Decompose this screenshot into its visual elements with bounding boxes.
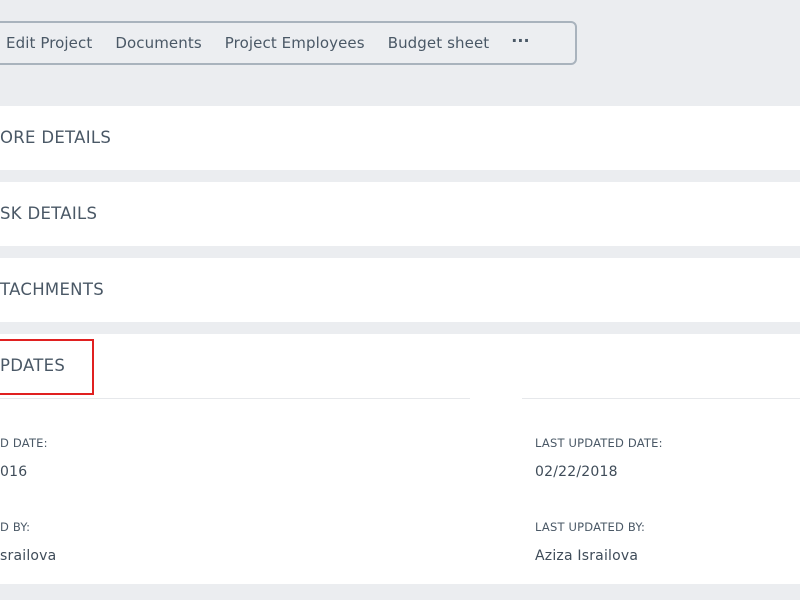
more-details-title: ORE DETAILS: [0, 128, 112, 147]
task-details-section[interactable]: SK DETAILS: [0, 182, 800, 246]
attachments-section[interactable]: TACHMENTS: [0, 258, 800, 322]
created-by-value: srailova: [0, 548, 57, 564]
edit-project-button[interactable]: Edit Project: [6, 34, 92, 52]
created-by-label: D BY:: [0, 520, 31, 534]
more-options-icon[interactable]: ···: [511, 33, 529, 49]
task-details-title: SK DETAILS: [0, 204, 98, 223]
attachments-title: TACHMENTS: [0, 280, 104, 299]
documents-button[interactable]: Documents: [115, 34, 201, 52]
last-updated-date-label: LAST UPDATED DATE:: [535, 436, 663, 450]
updates-divider-left: [0, 398, 470, 399]
more-details-section[interactable]: ORE DETAILS: [0, 106, 800, 170]
last-updated-date-value: 02/22/2018: [535, 464, 618, 480]
page: Edit Project Documents Project Employees…: [0, 0, 800, 600]
budget-sheet-button[interactable]: Budget sheet: [388, 34, 490, 52]
created-date-label: D DATE:: [0, 436, 48, 450]
last-updated-by-value: Aziza Israilova: [535, 548, 639, 564]
project-employees-button[interactable]: Project Employees: [225, 34, 365, 52]
created-date-value: 016: [0, 464, 28, 480]
updates-divider-right: [522, 398, 800, 399]
updates-section: PDATES D DATE: 016 D BY: srailova LAST U…: [0, 334, 800, 584]
last-updated-by-label: LAST UPDATED BY:: [535, 520, 646, 534]
updates-header[interactable]: PDATES: [0, 334, 800, 398]
project-toolbar: Edit Project Documents Project Employees…: [0, 21, 577, 65]
updates-title: PDATES: [0, 356, 66, 375]
